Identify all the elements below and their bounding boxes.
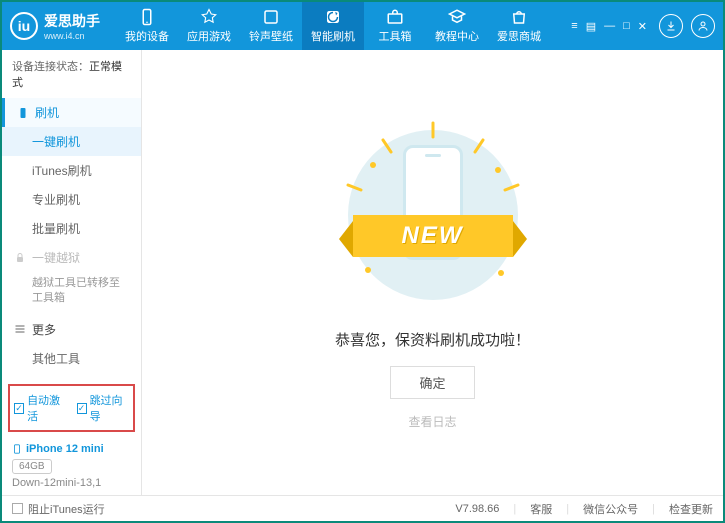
- section-flash[interactable]: 刷机: [2, 98, 141, 127]
- check-update-link[interactable]: 检查更新: [669, 501, 713, 517]
- customer-service-link[interactable]: 客服: [530, 501, 552, 517]
- section-more[interactable]: 更多: [2, 315, 141, 344]
- wechat-link[interactable]: 微信公众号: [583, 501, 638, 517]
- menu-oneclick-flash[interactable]: 一键刷机: [2, 127, 141, 156]
- window-controls: ≡ ▤ — □ ✕: [571, 20, 647, 33]
- check-skip-guide[interactable]: ✓跳过向导: [77, 392, 130, 424]
- nav-ringtones[interactable]: 铃声壁纸: [240, 2, 302, 50]
- version-label: V7.98.66: [455, 503, 499, 515]
- toolbox-icon: [386, 8, 404, 26]
- device-status: 设备连接状态：正常模式: [2, 50, 141, 98]
- device-icon: [138, 8, 156, 26]
- skin-icon[interactable]: ▤: [586, 20, 596, 33]
- menu-other-tools[interactable]: 其他工具: [2, 344, 141, 373]
- menu-batch-flash[interactable]: 批量刷机: [2, 214, 141, 243]
- nav-tutorial[interactable]: 教程中心: [426, 2, 488, 50]
- block-itunes-label[interactable]: 阻止iTunes运行: [28, 501, 105, 517]
- nav-store[interactable]: 爱思商城: [488, 2, 550, 50]
- nav-flash[interactable]: 智能刷机: [302, 2, 364, 50]
- app-url: www.i4.cn: [44, 31, 100, 41]
- sidebar: 设备连接状态：正常模式 刷机 一键刷机 iTunes刷机 专业刷机 批量刷机 一…: [2, 50, 142, 495]
- store-icon: [510, 8, 528, 26]
- new-ribbon: NEW: [353, 215, 513, 257]
- nav-apps[interactable]: 应用游戏: [178, 2, 240, 50]
- close-icon[interactable]: ✕: [638, 20, 647, 33]
- menu-itunes-flash[interactable]: iTunes刷机: [2, 156, 141, 185]
- apps-icon: [200, 8, 218, 26]
- checkbox-group: ✓自动激活 ✓跳过向导: [8, 384, 135, 432]
- top-nav: 我的设备 应用游戏 铃声壁纸 智能刷机 工具箱 教程中心 爱思商城: [116, 2, 571, 50]
- app-name: 爱思助手: [44, 11, 100, 31]
- titlebar: iu 爱思助手 www.i4.cn 我的设备 应用游戏 铃声壁纸 智能刷机 工具…: [2, 2, 723, 50]
- ok-button[interactable]: 确定: [390, 366, 474, 399]
- wallpaper-icon: [262, 8, 280, 26]
- maximize-icon[interactable]: □: [623, 20, 630, 33]
- logo-icon: iu: [10, 12, 38, 40]
- jailbreak-note: 越狱工具已转移至工具箱: [2, 272, 141, 315]
- success-message: 恭喜您，保资料刷机成功啦！: [335, 329, 530, 350]
- nav-my-device[interactable]: 我的设备: [116, 2, 178, 50]
- minimize-icon[interactable]: —: [604, 20, 615, 33]
- footer: 阻止iTunes运行 V7.98.66| 客服| 微信公众号| 检查更新: [2, 495, 723, 521]
- app-window: iu 爱思助手 www.i4.cn 我的设备 应用游戏 铃声壁纸 智能刷机 工具…: [0, 0, 725, 523]
- device-info: iPhone 12 mini 64GB Down-12mini-13,1: [2, 436, 141, 495]
- titlebar-right: ≡ ▤ — □ ✕: [571, 14, 715, 38]
- section-jailbreak[interactable]: 一键越狱: [2, 243, 141, 272]
- menu-icon[interactable]: ≡: [571, 20, 577, 33]
- sidebar-menu: 刷机 一键刷机 iTunes刷机 专业刷机 批量刷机 一键越狱 越狱工具已转移至…: [2, 98, 141, 380]
- view-log-link[interactable]: 查看日志: [408, 413, 456, 430]
- menu-download-fw[interactable]: 下载固件: [2, 373, 141, 380]
- flash-icon: [324, 8, 342, 26]
- device-name[interactable]: iPhone 12 mini: [12, 442, 131, 456]
- block-itunes-checkbox[interactable]: [12, 503, 23, 514]
- body: 设备连接状态：正常模式 刷机 一键刷机 iTunes刷机 专业刷机 批量刷机 一…: [2, 50, 723, 495]
- storage-badge: 64GB: [12, 459, 52, 474]
- main-content: NEW 恭喜您，保资料刷机成功啦！ 确定 查看日志: [142, 50, 723, 495]
- device-model: Down-12mini-13,1: [12, 477, 131, 489]
- checkbox-icon: ✓: [77, 403, 87, 414]
- tutorial-icon: [448, 8, 466, 26]
- app-logo: iu 爱思助手 www.i4.cn: [10, 11, 100, 41]
- menu-pro-flash[interactable]: 专业刷机: [2, 185, 141, 214]
- success-illustration: NEW: [333, 115, 533, 315]
- user-button[interactable]: [691, 14, 715, 38]
- nav-toolbox[interactable]: 工具箱: [364, 2, 426, 50]
- checkbox-icon: ✓: [14, 403, 24, 414]
- check-auto-activate[interactable]: ✓自动激活: [14, 392, 67, 424]
- download-button[interactable]: [659, 14, 683, 38]
